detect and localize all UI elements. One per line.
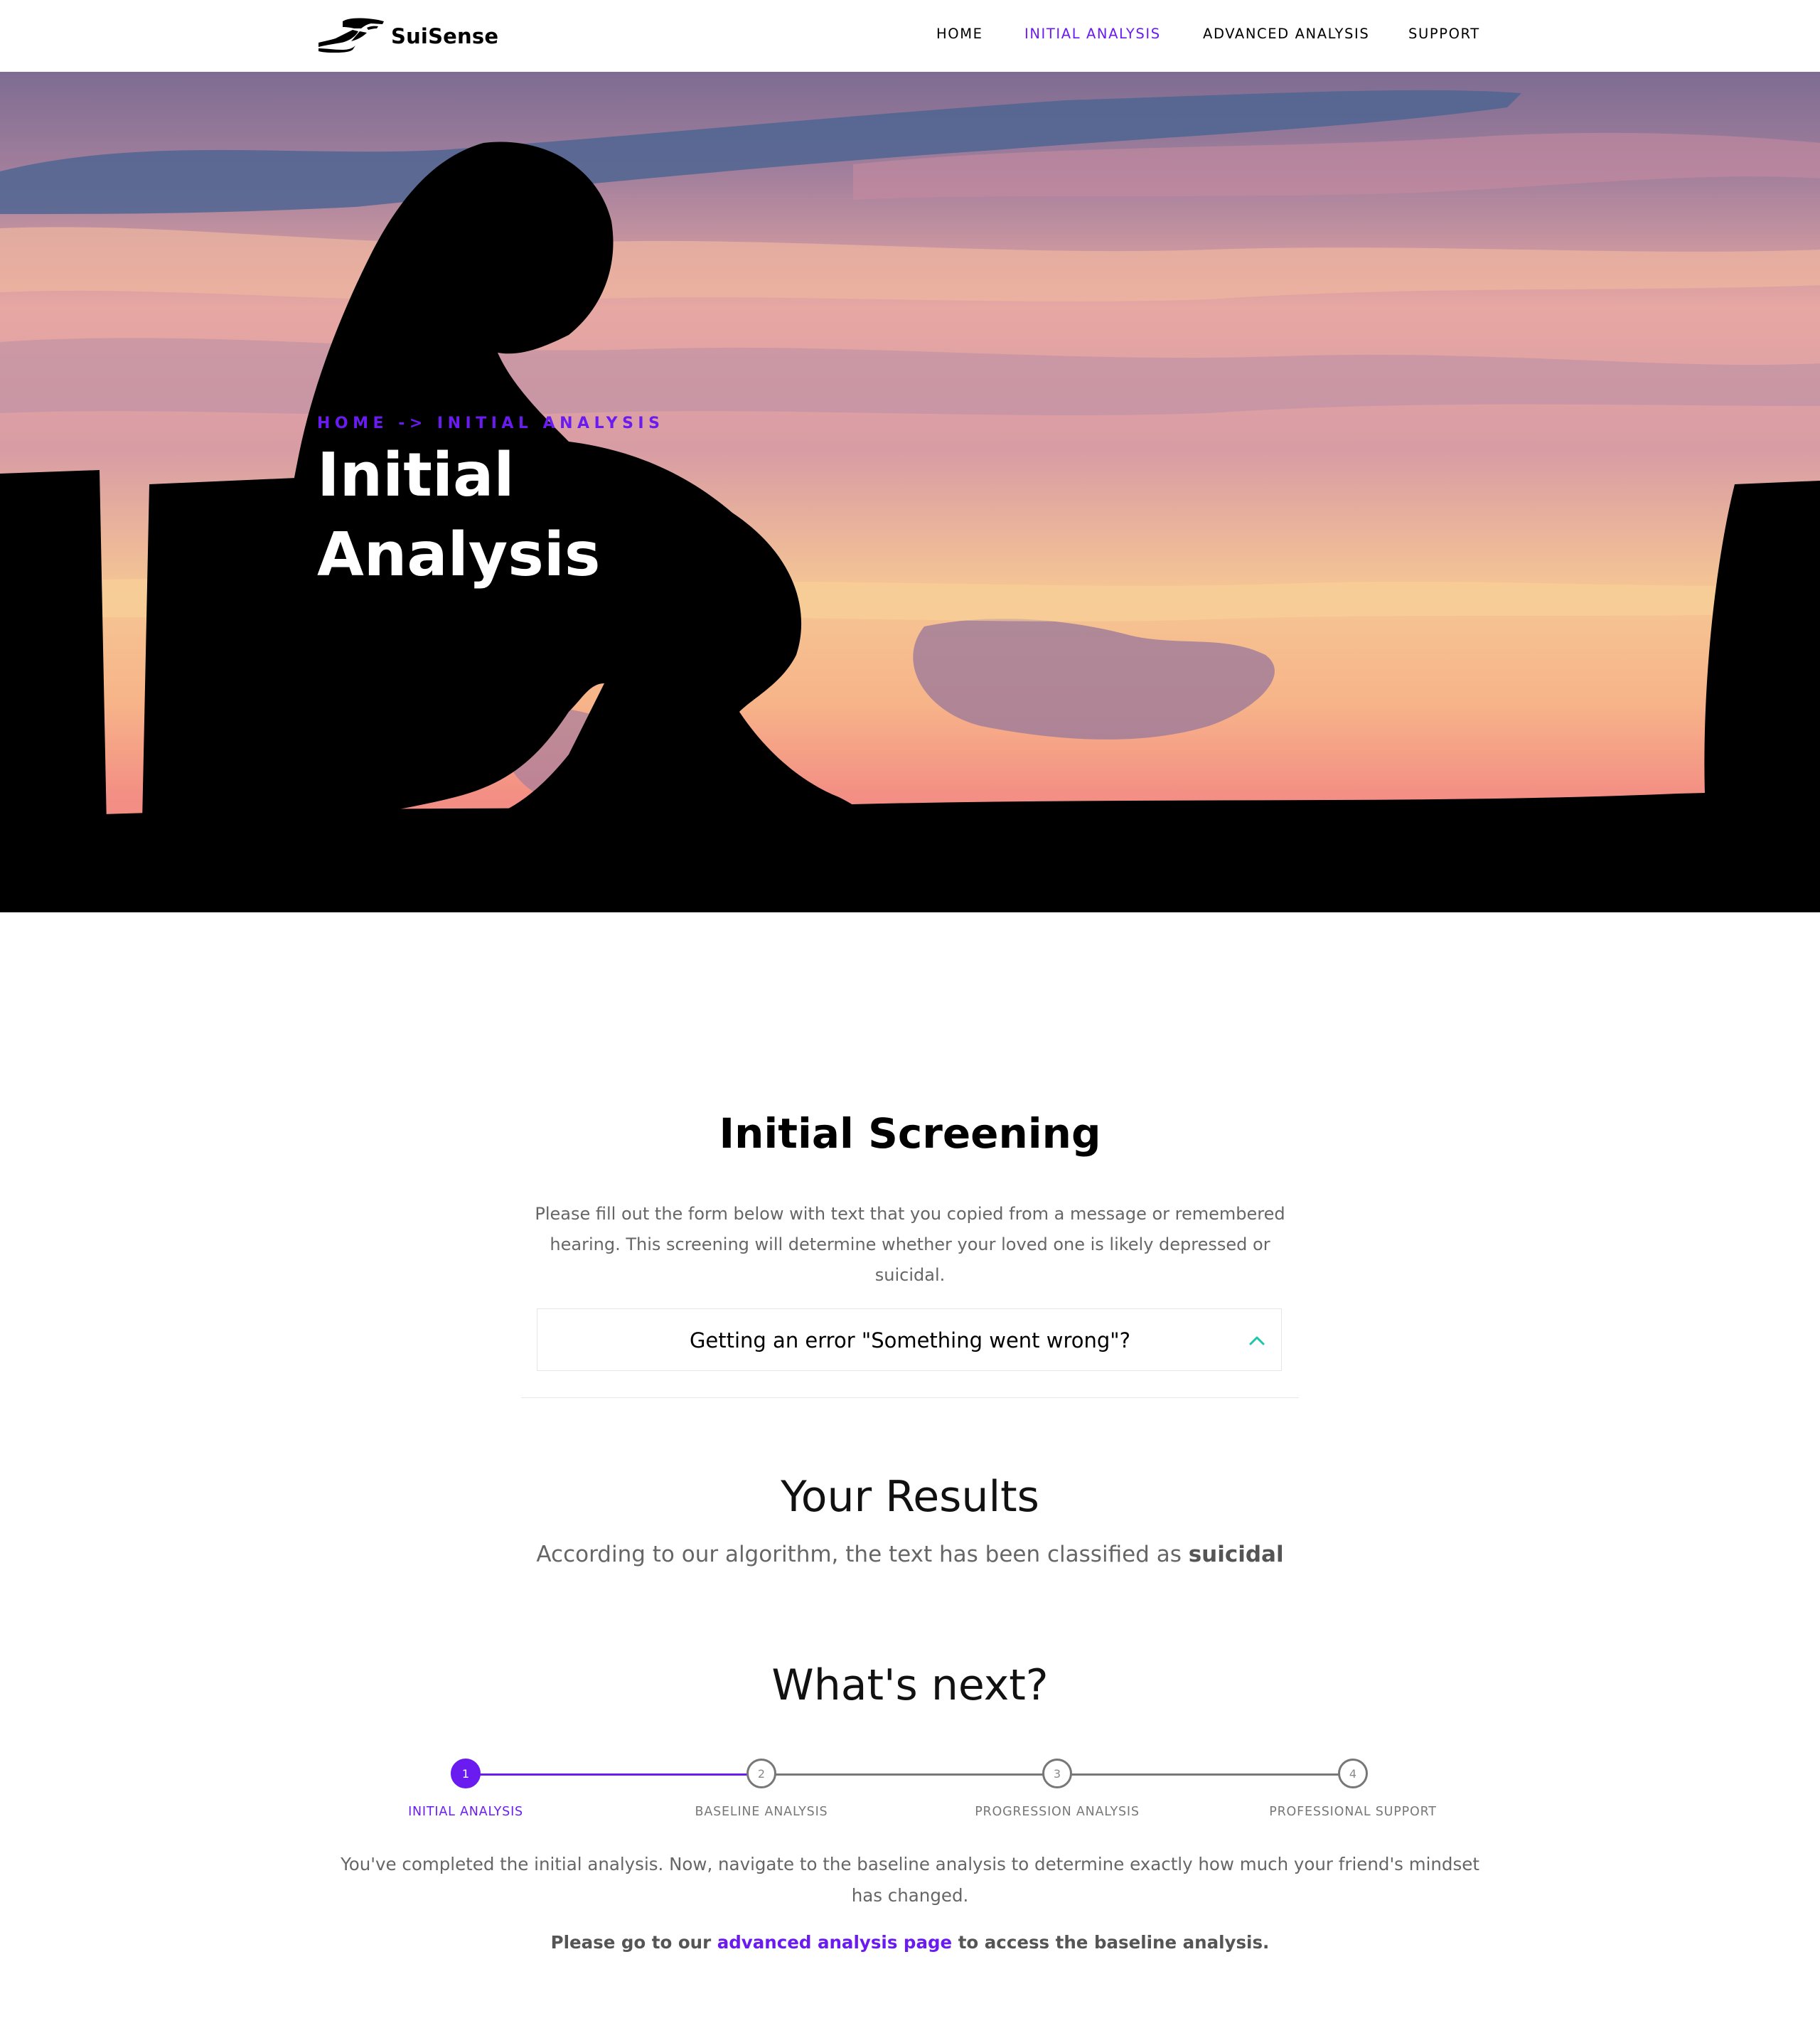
results-title: Your Results [781, 1472, 1039, 1522]
advanced-analysis-link[interactable]: advanced analysis page [717, 1932, 952, 1953]
step-3-indicator[interactable]: 3 [1042, 1759, 1072, 1788]
results-prefix: According to our algorithm, the text has… [536, 1542, 1182, 1567]
step-connector [761, 1773, 1057, 1776]
cta-suffix: to access the baseline analysis. [958, 1932, 1270, 1953]
screening-intro: Please fill out the form below with text… [535, 1204, 1285, 1285]
nav-advanced-analysis[interactable]: ADVANCED ANALYSIS [1203, 26, 1369, 42]
step-1-label: INITIAL ANALYSIS [408, 1805, 523, 1819]
step-connector [1057, 1773, 1353, 1776]
step-1-indicator[interactable]: 1 [451, 1759, 481, 1788]
step-4-indicator[interactable]: 4 [1338, 1759, 1368, 1788]
progress-stepper: 1 2 3 4 INITIAL ANALYSIS BASELINE ANALYS… [0, 1756, 1820, 1820]
main-nav: HOME INITIAL ANALYSIS ADVANCED ANALYSIS … [0, 26, 1820, 47]
chevron-up-icon [1249, 1336, 1265, 1345]
step-4-label: PROFESSIONAL SUPPORT [1269, 1805, 1437, 1819]
silhouette-girl-sunset-image [0, 72, 1820, 912]
cta-text: Please go to our advanced analysis page … [0, 1932, 1820, 1953]
cta-prefix: Please go to our [550, 1932, 712, 1953]
next-description: You've completed the initial analysis. N… [341, 1854, 1479, 1906]
breadcrumb: HOME -> INITIAL ANALYSIS [317, 415, 665, 432]
next-title: What's next? [771, 1660, 1049, 1710]
step-2-indicator[interactable]: 2 [746, 1759, 776, 1788]
step-3-label: PROGRESSION ANALYSIS [975, 1805, 1140, 1819]
results-text: According to our algorithm, the text has… [0, 1542, 1820, 1567]
faq-accordion[interactable]: Getting an error "Something went wrong"? [537, 1308, 1282, 1371]
screening-title: Initial Screening [719, 1109, 1101, 1158]
step-2-label: BASELINE ANALYSIS [695, 1805, 828, 1819]
results-classification: suicidal [1188, 1542, 1284, 1567]
nav-initial-analysis[interactable]: INITIAL ANALYSIS [1024, 26, 1161, 42]
nav-support[interactable]: SUPPORT [1408, 26, 1480, 42]
top-navbar: SuiSense HOME INITIAL ANALYSIS ADVANCED … [0, 0, 1820, 72]
nav-home[interactable]: HOME [936, 26, 983, 42]
step-connector-complete [466, 1773, 761, 1776]
faq-question: Getting an error "Something went wrong"? [689, 1328, 1131, 1353]
page-title: Initial Analysis [317, 440, 601, 590]
divider [521, 1397, 1299, 1398]
hero-banner: HOME -> INITIAL ANALYSIS Initial Analysi… [0, 72, 1820, 912]
